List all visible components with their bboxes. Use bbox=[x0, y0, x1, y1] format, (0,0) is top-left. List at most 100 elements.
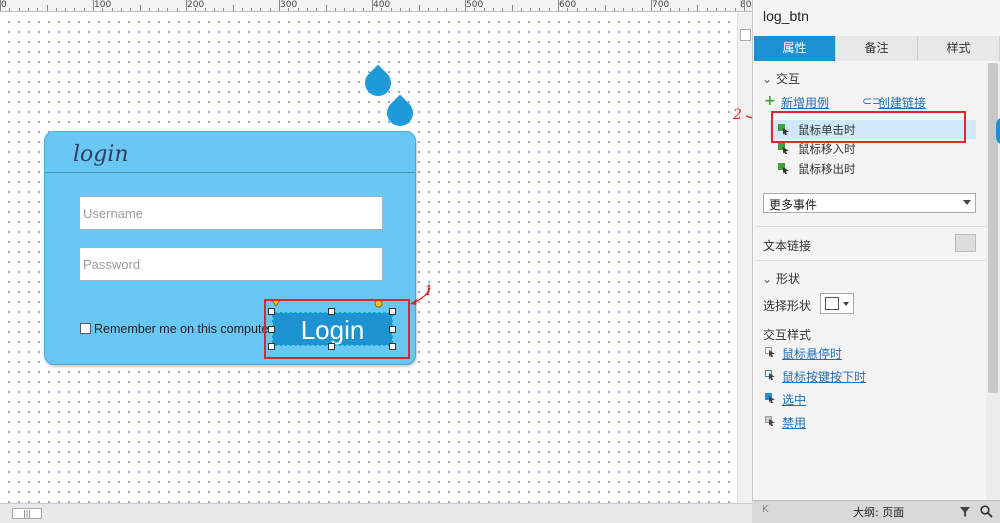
event-item-mouseleave[interactable]: 鼠标移出时 bbox=[778, 161, 856, 177]
scroll-thumb[interactable]: ||| bbox=[12, 508, 42, 519]
ruler-tick bbox=[130, 8, 131, 11]
ruler-tick bbox=[84, 8, 85, 11]
ruler-tick bbox=[660, 8, 661, 11]
divider bbox=[45, 172, 415, 173]
ruler-tick bbox=[205, 8, 206, 11]
plus-icon[interactable]: + bbox=[764, 93, 776, 109]
panel-edge-tab[interactable] bbox=[996, 117, 1000, 145]
login-title: login bbox=[73, 142, 129, 167]
selected-style-icon bbox=[765, 393, 775, 403]
interaction-styles-label: 交互样式 bbox=[763, 328, 812, 342]
section-label: 形状 bbox=[776, 272, 801, 286]
ruler-tick bbox=[158, 8, 159, 11]
style-link-disabled[interactable]: 禁用 bbox=[782, 414, 806, 431]
ruler-label: 0 bbox=[1, 0, 7, 10]
scroll-thumb[interactable] bbox=[988, 63, 998, 393]
text-link-button[interactable] bbox=[955, 234, 976, 252]
ruler-tick bbox=[223, 8, 224, 11]
ruler-tick bbox=[391, 8, 392, 11]
section-label: 交互 bbox=[776, 72, 801, 86]
ruler-tick bbox=[688, 8, 689, 11]
ruler-tick bbox=[437, 8, 438, 11]
chevron-down-icon bbox=[963, 200, 971, 205]
style-link-selected[interactable]: 选中 bbox=[782, 391, 806, 408]
ruler-tick bbox=[335, 8, 336, 11]
ruler-tick bbox=[549, 8, 550, 11]
ruler-tick bbox=[502, 8, 503, 11]
ruler-tick bbox=[456, 8, 457, 11]
collapse-icon[interactable]: K bbox=[762, 504, 769, 515]
ruler-tick bbox=[37, 8, 38, 11]
add-case-link[interactable]: 新增用例 bbox=[781, 94, 829, 111]
password-field[interactable]: Password bbox=[79, 247, 383, 281]
widget-name[interactable]: log_btn bbox=[763, 8, 809, 24]
ruler-tick bbox=[65, 8, 66, 11]
style-link-mousedown[interactable]: 鼠标按键按下时 bbox=[782, 368, 866, 385]
ruler-tick bbox=[307, 8, 308, 11]
ruler-tick bbox=[102, 8, 103, 11]
create-link[interactable]: 创建链接 bbox=[878, 94, 926, 111]
outline-label: 大纲: 页面 bbox=[853, 506, 905, 519]
ruler-tick bbox=[195, 8, 196, 11]
ruler-tick bbox=[539, 8, 540, 11]
remember-me-checkbox[interactable]: Remember me on this computer bbox=[80, 322, 275, 336]
horizontal-scrollbar[interactable]: ||| bbox=[0, 503, 752, 523]
ruler-tick bbox=[270, 8, 271, 11]
username-field[interactable]: Username bbox=[79, 196, 383, 230]
ruler-tick bbox=[679, 8, 680, 11]
ruler-tick bbox=[567, 8, 568, 11]
shape-section-header[interactable]: ⌄ 形状 bbox=[762, 270, 800, 287]
rectangle-shape-icon bbox=[825, 297, 839, 310]
ruler-tick bbox=[74, 8, 75, 11]
ruler-tick bbox=[577, 8, 578, 11]
ruler-tick bbox=[288, 8, 289, 11]
ruler-tick bbox=[363, 8, 364, 11]
tab-properties[interactable]: 属性 bbox=[754, 36, 836, 61]
ruler-tick bbox=[400, 8, 401, 11]
ruler-tick bbox=[623, 8, 624, 11]
interaction-section-header[interactable]: ⌄ 交互 bbox=[762, 70, 800, 87]
ruler-tick bbox=[177, 8, 178, 11]
ruler-tick bbox=[409, 8, 410, 11]
tab-notes[interactable]: 备注 bbox=[836, 36, 918, 61]
divider bbox=[756, 260, 986, 261]
ruler-tick bbox=[298, 8, 299, 11]
ruler-tick bbox=[28, 8, 29, 11]
shape-picker[interactable] bbox=[820, 293, 854, 314]
ruler-tick bbox=[381, 8, 382, 11]
style-link-hover[interactable]: 鼠标悬停时 bbox=[782, 345, 842, 362]
ruler-tick bbox=[484, 8, 485, 11]
ruler-tick bbox=[353, 8, 354, 11]
annotation-number: 2 bbox=[733, 107, 742, 123]
ruler-tick bbox=[316, 8, 317, 11]
annotation-highlight-box bbox=[264, 299, 410, 359]
horizontal-ruler: 0 100 200 300 400 500 600 700 80 bbox=[0, 0, 752, 12]
remember-me-label: Remember me on this computer bbox=[94, 322, 273, 336]
ruler-tick bbox=[56, 8, 57, 11]
tab-style[interactable]: 样式 bbox=[918, 36, 1000, 61]
event-item-mouseenter[interactable]: 鼠标移入时 bbox=[778, 141, 856, 157]
ruler-tick bbox=[149, 8, 150, 11]
ruler-tick bbox=[632, 8, 633, 11]
ruler-tick bbox=[586, 8, 587, 11]
mousedown-style-icon bbox=[765, 370, 775, 380]
vertical-scrollbar[interactable] bbox=[737, 13, 752, 503]
search-icon[interactable] bbox=[980, 505, 993, 518]
filter-icon[interactable] bbox=[959, 506, 971, 518]
scroll-thumb[interactable] bbox=[740, 29, 751, 41]
ruler-tick bbox=[140, 5, 141, 11]
ruler-tick bbox=[279, 0, 280, 11]
annotation-highlight-box bbox=[771, 111, 966, 143]
ruler-tick bbox=[493, 8, 494, 11]
design-canvas[interactable]: 0 100 200 300 400 500 600 700 80 login U… bbox=[0, 0, 752, 523]
ruler-tick bbox=[735, 8, 736, 11]
select-shape-label: 选择形状 bbox=[763, 299, 812, 313]
ruler-tick bbox=[372, 0, 373, 11]
ruler-tick bbox=[112, 8, 113, 11]
checkbox-icon[interactable] bbox=[80, 323, 91, 334]
ruler-tick bbox=[558, 0, 559, 11]
ruler-tick bbox=[465, 0, 466, 11]
ruler-label: 80 bbox=[740, 0, 752, 10]
more-events-dropdown[interactable]: 更多事件 bbox=[763, 193, 976, 213]
event-label: 鼠标移出时 bbox=[798, 162, 856, 176]
